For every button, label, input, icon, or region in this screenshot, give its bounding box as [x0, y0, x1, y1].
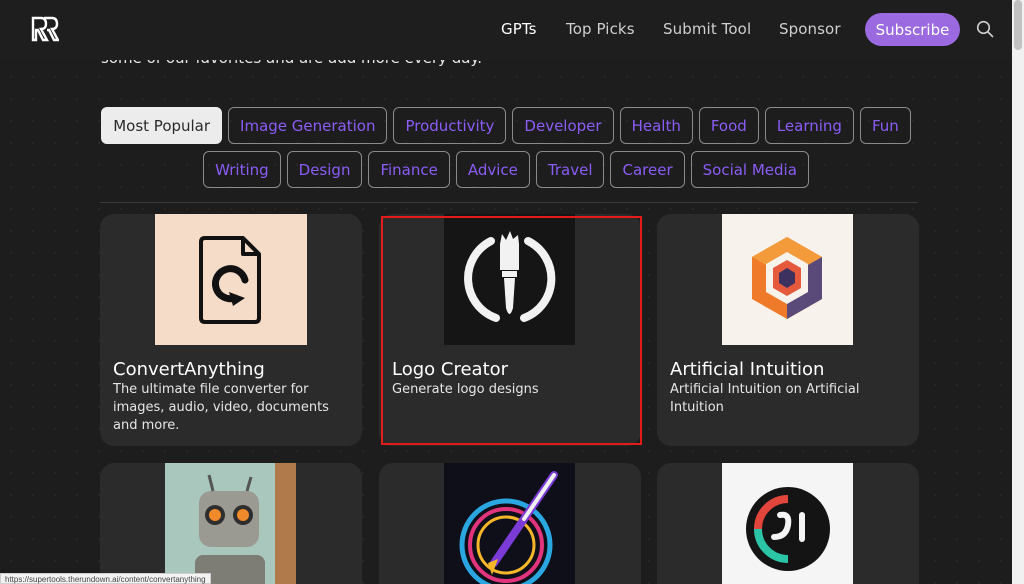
- gpt-card-robot[interactable]: [100, 463, 362, 584]
- chip-developer[interactable]: Developer: [512, 107, 614, 144]
- category-row-1: Most Popular Image Generation Productivi…: [0, 107, 1012, 144]
- nav-link-gpts[interactable]: GPTs: [501, 20, 537, 38]
- card-thumbnail: [444, 463, 575, 584]
- chip-writing[interactable]: Writing: [203, 151, 281, 188]
- neon-brush-image: [459, 471, 558, 584]
- chip-travel[interactable]: Travel: [535, 151, 605, 188]
- chip-finance[interactable]: Finance: [368, 151, 450, 188]
- card-title: Artificial Intuition: [670, 359, 825, 380]
- card-description: The ultimate file converter for images, …: [113, 382, 329, 433]
- nav-link-sponsor[interactable]: Sponsor: [779, 20, 841, 38]
- chip-social-media[interactable]: Social Media: [690, 151, 809, 188]
- chip-advice[interactable]: Advice: [455, 151, 530, 188]
- nav-link-submit-tool[interactable]: Submit Tool: [663, 20, 751, 38]
- nav-link-top-picks[interactable]: Top Picks: [566, 20, 635, 38]
- gpt-card-circle-logo[interactable]: [657, 463, 919, 584]
- card-thumbnail: [165, 463, 296, 584]
- gpt-card-convertanything[interactable]: ConvertAnything The ultimate file conver…: [100, 214, 362, 446]
- card-thumbnail: [722, 214, 853, 345]
- chip-career[interactable]: Career: [610, 151, 685, 188]
- paintbrush-logo-icon: [464, 231, 556, 322]
- file-convert-icon: [199, 236, 261, 324]
- section-divider: [100, 202, 918, 203]
- chip-health[interactable]: Health: [619, 107, 693, 144]
- search-icon[interactable]: [976, 20, 994, 38]
- card-title: Logo Creator: [392, 359, 509, 380]
- card-description: Artificial Intuition on Artificial Intui…: [670, 382, 860, 415]
- card-thumbnail: [722, 463, 853, 584]
- isometric-cube-icon: [752, 237, 822, 319]
- chip-learning[interactable]: Learning: [764, 107, 854, 144]
- card-thumbnail: [444, 214, 575, 345]
- top-navbar: GPTs Top Picks Submit Tool Sponsor Subsc…: [0, 0, 1012, 60]
- subscribe-button[interactable]: Subscribe: [865, 13, 960, 46]
- gpt-card-logo-creator[interactable]: Logo Creator Generate logo designs: [379, 214, 641, 446]
- card-thumbnail: [155, 214, 307, 345]
- chip-image-generation[interactable]: Image Generation: [228, 107, 388, 144]
- status-bar-url: https://supertools.therundown.ai/content…: [0, 573, 211, 584]
- chip-productivity[interactable]: Productivity: [393, 107, 507, 144]
- gpt-card-neon-brush[interactable]: [379, 463, 641, 584]
- card-description: Generate logo designs: [392, 382, 539, 397]
- site-logo-icon[interactable]: [31, 16, 59, 42]
- chip-design[interactable]: Design: [286, 151, 363, 188]
- chip-food[interactable]: Food: [698, 107, 759, 144]
- robot-image: [165, 463, 296, 584]
- gpt-card-artificial-intuition[interactable]: Artificial Intuition Artificial Intuitio…: [657, 214, 919, 446]
- scrollbar-thumb[interactable]: [1014, 0, 1022, 50]
- chip-most-popular[interactable]: Most Popular: [101, 107, 223, 144]
- circle-logo-image: [746, 487, 830, 571]
- page-scrollbar[interactable]: [1012, 0, 1024, 584]
- category-row-2: Writing Design Finance Advice Travel Car…: [0, 151, 1012, 188]
- card-title: ConvertAnything: [113, 359, 265, 380]
- chip-fun[interactable]: Fun: [859, 107, 911, 144]
